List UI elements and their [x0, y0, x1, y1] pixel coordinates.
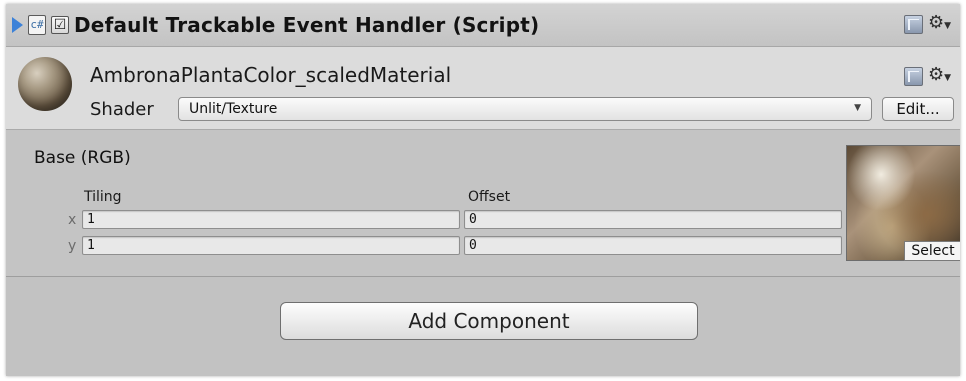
inspector-panel: c# ☑ Default Trackable Event Handler (Sc… [6, 4, 960, 376]
tiling-y-field[interactable]: 1 [82, 236, 460, 255]
chevron-down-icon: ▼ [854, 103, 861, 113]
texture-property-section: Base (RGB) Tiling Offset x 1 0 y 1 0 Sel… [6, 130, 960, 277]
tiling-x-field[interactable]: 1 [82, 210, 460, 229]
offset-y-field[interactable]: 0 [464, 236, 842, 255]
inspector-footer: Add Component [6, 277, 960, 376]
component-title: Default Trackable Event Handler (Script) [74, 13, 540, 37]
script-icon: c# [28, 15, 46, 35]
texture-property-label: Base (RGB) [34, 148, 131, 168]
material-header: AmbronaPlantaColor_scaledMaterial ⚙▼ Sha… [6, 47, 960, 130]
component-enabled-checkbox[interactable]: ☑ [51, 16, 69, 34]
tiling-x-axis-label: x [68, 212, 77, 228]
material-help-book-icon[interactable] [904, 67, 923, 86]
add-component-button[interactable]: Add Component [280, 302, 698, 340]
material-gear-icon[interactable]: ⚙▼ [928, 66, 951, 87]
shader-label: Shader [90, 99, 154, 120]
shader-value: Unlit/Texture [189, 101, 278, 117]
tiling-label: Tiling [84, 189, 122, 205]
shader-dropdown[interactable]: Unlit/Texture ▼ [178, 97, 872, 121]
component-header[interactable]: c# ☑ Default Trackable Event Handler (Sc… [6, 4, 960, 47]
edit-shader-button[interactable]: Edit... [882, 97, 954, 121]
foldout-arrow-icon[interactable] [12, 17, 23, 33]
offset-label: Offset [468, 189, 511, 205]
material-preview-sphere [18, 57, 72, 111]
gear-icon[interactable]: ⚙▼ [928, 14, 951, 35]
texture-thumbnail[interactable]: Select [846, 145, 960, 261]
tiling-y-axis-label: y [68, 238, 77, 254]
help-book-icon[interactable] [904, 15, 923, 34]
offset-x-field[interactable]: 0 [464, 210, 842, 229]
material-name: AmbronaPlantaColor_scaledMaterial [90, 63, 452, 87]
select-texture-button[interactable]: Select [904, 241, 960, 261]
